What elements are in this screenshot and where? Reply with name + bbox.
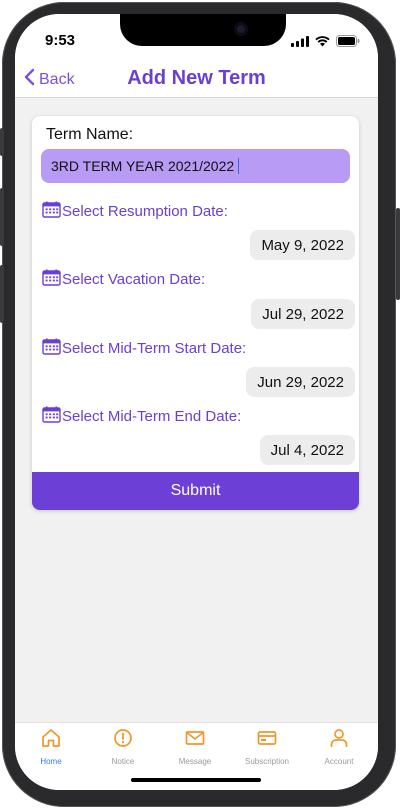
vacation-date-button[interactable]: Jul 29, 2022 <box>251 299 355 329</box>
wifi-icon <box>315 34 330 52</box>
term-name-value: 3RD TERM YEAR 2021/2022 <box>51 158 235 174</box>
resumption-date-label[interactable]: Select Resumption Date: <box>42 201 228 222</box>
midterm-start-date-button[interactable]: Jun 29, 2022 <box>246 367 355 397</box>
status-time: 9:53 <box>45 32 76 49</box>
status-icons <box>291 34 360 52</box>
volume-down-button <box>0 265 4 323</box>
nav-bar: Back Add New Term <box>15 64 378 98</box>
tab-notice-label: Notice <box>111 757 135 766</box>
person-icon <box>328 727 350 754</box>
signal-icon <box>291 34 309 52</box>
tab-home[interactable]: Home <box>15 727 87 766</box>
vacation-date-label-text: Select Vacation Date: <box>62 271 206 288</box>
tab-notice[interactable]: Notice <box>87 727 159 766</box>
volume-up-button <box>0 188 4 246</box>
term-name-input[interactable]: 3RD TERM YEAR 2021/2022 <box>41 149 350 183</box>
tab-home-label: Home <box>40 757 62 766</box>
camera <box>234 22 248 36</box>
tab-message-label: Message <box>178 757 212 766</box>
term-form-card: Term Name: 3RD TERM YEAR 2021/2022 Selec… <box>32 116 359 510</box>
tab-subscription[interactable]: Subscription <box>231 727 303 766</box>
notch <box>120 14 286 46</box>
midterm-start-date-label[interactable]: Select Mid-Term Start Date: <box>42 338 246 359</box>
text-caret <box>238 158 240 174</box>
calendar-icon <box>42 406 61 427</box>
resumption-date-button[interactable]: May 9, 2022 <box>250 230 355 260</box>
calendar-icon <box>42 269 61 290</box>
tab-message[interactable]: Message <box>159 727 231 766</box>
tab-account[interactable]: Account <box>303 727 375 766</box>
home-indicator[interactable] <box>131 778 261 782</box>
app-screen: 9:53 Back Add New Term Term Name: 3RD TE… <box>15 14 378 790</box>
side-button <box>0 128 4 156</box>
page-title: Add New Term <box>127 67 266 89</box>
resumption-date-label-text: Select Resumption Date: <box>62 203 228 220</box>
midterm-end-date-label[interactable]: Select Mid-Term End Date: <box>42 406 241 427</box>
term-name-label: Term Name: <box>46 126 134 143</box>
alert-circle-icon <box>112 727 134 754</box>
tab-subscription-label: Subscription <box>244 757 290 766</box>
battery-icon <box>336 34 360 52</box>
calendar-icon <box>42 201 61 222</box>
tab-account-label: Account <box>324 757 354 766</box>
power-button <box>396 208 400 300</box>
midterm-end-date-label-text: Select Mid-Term End Date: <box>62 408 242 425</box>
home-icon <box>40 727 62 754</box>
mail-icon <box>184 727 206 754</box>
submit-button[interactable]: Submit <box>32 472 359 510</box>
midterm-end-date-button[interactable]: Jul 4, 2022 <box>259 435 355 465</box>
vacation-date-label[interactable]: Select Vacation Date: <box>42 269 205 290</box>
calendar-icon <box>42 338 61 359</box>
credit-card-icon <box>256 727 278 754</box>
midterm-start-date-label-text: Select Mid-Term Start Date: <box>62 340 247 357</box>
